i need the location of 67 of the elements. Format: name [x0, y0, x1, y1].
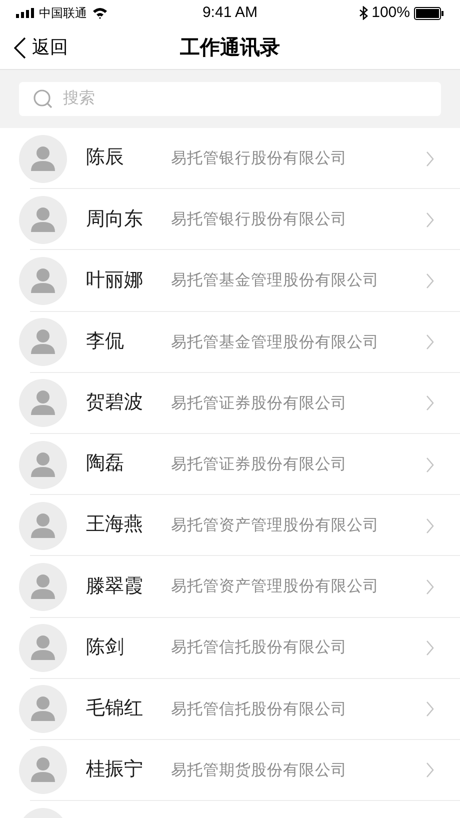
- contact-name: 王海燕: [86, 513, 144, 538]
- chevron-right-icon: [426, 395, 434, 412]
- contact-row[interactable]: 桂振宁 易托管期货股份有限公司: [0, 740, 460, 802]
- company-name: 易托管证券股份有限公司: [171, 394, 348, 414]
- contact-name: 陈辰: [86, 146, 125, 170]
- chevron-right-icon: [426, 212, 434, 228]
- avatar-icon: [19, 624, 67, 672]
- status-time: 9:41 AM: [201, 2, 259, 23]
- contact-row[interactable]: 贺碧波 易托管证券股份有限公司: [0, 372, 460, 434]
- contact-row[interactable]: 毛锦红 易托管信托股份有限公司: [0, 678, 460, 740]
- contact-name: 李侃: [86, 330, 125, 354]
- company-name: 易托管银行股份有限公司: [171, 148, 348, 169]
- battery-icon: [414, 6, 444, 20]
- chevron-right-icon: [426, 272, 434, 289]
- company-name: 易托管期货股份有限公司: [171, 760, 348, 781]
- avatar-icon: [19, 379, 67, 428]
- contact-name: 陈剑: [86, 636, 125, 660]
- chevron-right-icon: [426, 334, 434, 350]
- contact-name: 贺碧波: [86, 391, 144, 416]
- search-field[interactable]: 搜索: [19, 82, 441, 116]
- contact-row[interactable]: 周向东 易托管银行股份有限公司: [0, 189, 460, 250]
- company-name: 易托管资产管理股份有限公司: [171, 516, 380, 536]
- contact-row[interactable]: 陈辰 易托管银行股份有限公司: [0, 128, 460, 190]
- avatar-icon: [19, 196, 67, 244]
- contact-name: 周向东: [86, 208, 144, 232]
- page-title: 工作通讯录: [180, 36, 280, 60]
- company-name: 易托管基金管理股份有限公司: [171, 332, 380, 353]
- signal-icon: [16, 8, 34, 18]
- contact-name: 毛锦红: [86, 697, 144, 722]
- avatar-icon: [19, 256, 67, 305]
- avatar-icon: [19, 746, 67, 794]
- bluetooth-icon: [358, 6, 368, 20]
- contact-row[interactable]: 李侃 易托管基金管理股份有限公司: [0, 312, 460, 373]
- company-name: 易托管信托股份有限公司: [171, 700, 348, 720]
- chevron-right-icon: [426, 456, 434, 473]
- chevron-right-icon: [426, 762, 434, 778]
- contact-row[interactable]: 滕翠霞 易托管资产管理股份有限公司: [0, 556, 460, 618]
- contact-row[interactable]: 叶丽娜 易托管基金管理股份有限公司: [0, 250, 460, 312]
- search-icon: [33, 89, 53, 109]
- company-name: 易托管基金管理股份有限公司: [171, 271, 380, 292]
- company-name: 易托管资产管理股份有限公司: [171, 577, 380, 598]
- chevron-right-icon: [426, 518, 434, 534]
- company-name: 易托管银行股份有限公司: [171, 210, 348, 230]
- avatar-icon: [19, 562, 67, 611]
- back-button[interactable]: 返回: [0, 34, 68, 61]
- back-chevron-icon: [14, 36, 26, 58]
- contact-row[interactable]: 陶磊 易托管证券股份有限公司: [0, 434, 460, 496]
- wifi-icon: [92, 7, 108, 19]
- contact-row[interactable]: 陈剑 易托管信托股份有限公司: [0, 618, 460, 679]
- company-name: 易托管信托股份有限公司: [171, 638, 348, 658]
- chevron-right-icon: [426, 640, 434, 656]
- contact-name: 陶磊: [86, 452, 125, 476]
- contact-name: 滕翠霞: [86, 574, 144, 599]
- avatar-icon: [19, 440, 67, 489]
- contact-row[interactable]: 王海燕 易托管资产管理股份有限公司: [0, 495, 460, 556]
- avatar-icon: [19, 685, 67, 734]
- carrier-name: 中国联通: [39, 5, 87, 22]
- contact-name: 桂振宁: [86, 758, 144, 782]
- chevron-right-icon: [426, 150, 434, 167]
- avatar-icon: [19, 502, 67, 550]
- contact-name: 叶丽娜: [86, 268, 144, 293]
- battery-percent: 100%: [372, 2, 410, 23]
- avatar-icon: [19, 134, 67, 183]
- avatar-icon: [19, 318, 67, 366]
- chevron-right-icon: [426, 578, 434, 595]
- chevron-right-icon: [426, 701, 434, 718]
- company-name: 易托管证券股份有限公司: [171, 454, 348, 475]
